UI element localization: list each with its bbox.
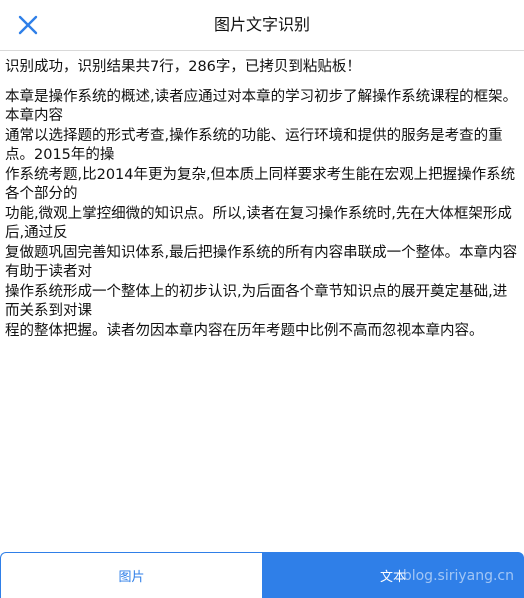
page-title: 图片文字识别 <box>213 15 310 34</box>
recognition-status: 识别成功，识别结果共7行，286字，已拷贝到粘贴板！ <box>5 59 361 75</box>
navigation-bar: 图片文字识别 <box>0 0 524 51</box>
recognized-text[interactable]: 本章是操作系统的概述,读者应通过对本章的学习初步了解操作系统课程的框架。本章内容… <box>5 88 519 342</box>
tab-image[interactable]: 图片 <box>0 552 262 598</box>
result-area: 识别成功，识别结果共7行，286字，已拷贝到粘贴板！ 本章是操作系统的概述,读者… <box>5 58 519 341</box>
bottom-tab-bar: 图片 文本 <box>0 552 524 598</box>
tab-text[interactable]: 文本 <box>262 552 524 598</box>
